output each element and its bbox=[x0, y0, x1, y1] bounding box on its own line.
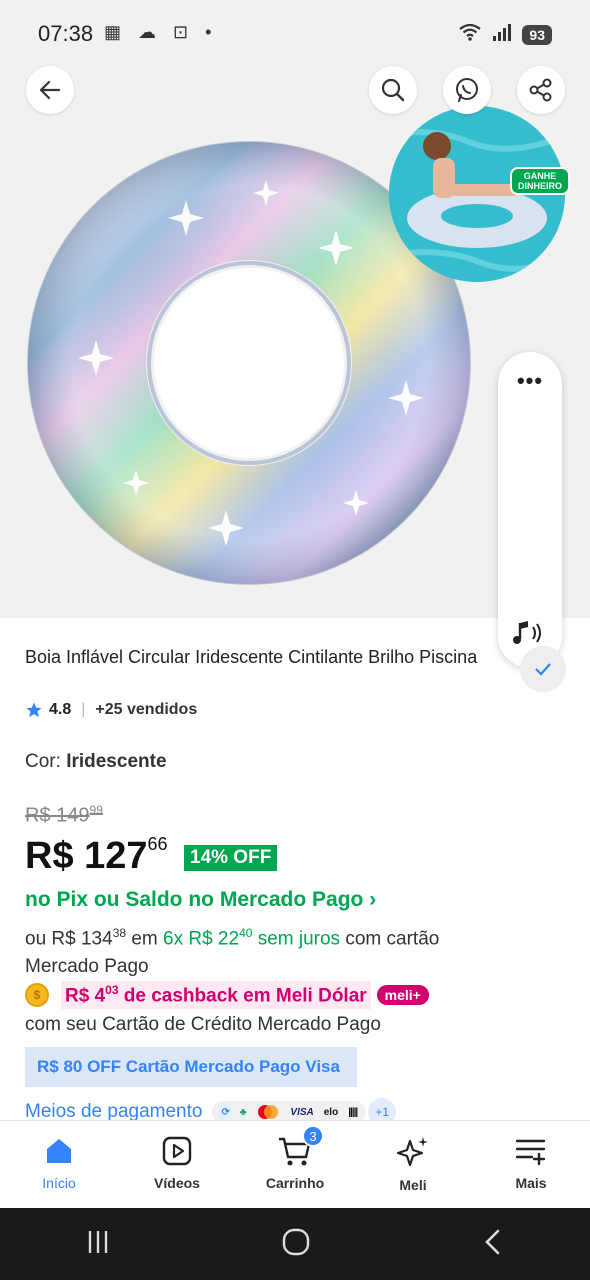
star-icon bbox=[26, 702, 42, 718]
whatsapp-icon bbox=[456, 78, 478, 102]
coin-icon: $ bbox=[25, 983, 49, 1008]
nav-meli[interactable]: Meli bbox=[354, 1121, 472, 1208]
nav-cart[interactable]: 3 Carrinho bbox=[236, 1121, 354, 1208]
whatsapp-share-button[interactable] bbox=[443, 66, 491, 114]
rating-row[interactable]: 4.8 | +25 vendidos bbox=[25, 701, 197, 719]
system-navigation-bar bbox=[0, 1208, 590, 1280]
mastercard-icon bbox=[253, 1103, 283, 1121]
wifi-icon bbox=[458, 22, 482, 47]
arrow-left-icon bbox=[39, 80, 61, 100]
sold-count: +25 vendidos bbox=[95, 701, 198, 718]
rating-divider: | bbox=[81, 701, 86, 718]
floating-video-panel[interactable]: ••• bbox=[498, 352, 562, 668]
cashback-amount: R$ 403 de cashback em Meli Dólar bbox=[61, 981, 371, 1010]
card-promo-banner[interactable]: R$ 80 OFF Cartão Mercado Pago Visa bbox=[25, 1047, 357, 1087]
more-options-icon[interactable]: ••• bbox=[498, 368, 562, 394]
home-icon bbox=[47, 1139, 71, 1163]
color-label: Cor: bbox=[25, 751, 61, 772]
earn-money-badge[interactable]: GANHE DINHEIRO bbox=[510, 167, 570, 195]
color-selector[interactable]: Cor: Iridescente bbox=[25, 751, 167, 773]
sparkle-icon bbox=[396, 1137, 428, 1167]
cart-count-badge: 3 bbox=[302, 1125, 324, 1147]
nav-home[interactable]: Início bbox=[0, 1121, 118, 1208]
check-icon bbox=[520, 646, 566, 692]
nav-more[interactable]: Mais bbox=[472, 1121, 590, 1208]
mercado-pago-icon: ⟳ bbox=[218, 1103, 233, 1121]
color-value: Iridescente bbox=[66, 751, 167, 772]
status-time: 07:38 bbox=[38, 21, 94, 46]
old-price: R$ 14999 bbox=[25, 803, 103, 827]
signal-icon bbox=[492, 23, 512, 46]
status-right: 93 bbox=[458, 22, 552, 47]
battery-indicator: 93 bbox=[522, 24, 552, 45]
home-circle-icon[interactable] bbox=[281, 1227, 311, 1262]
club-icon: ♣ bbox=[239, 1106, 247, 1118]
boleto-icon: ||||| bbox=[348, 1106, 358, 1118]
current-price: R$ 12766 bbox=[25, 834, 168, 877]
meli-plus-badge: meli+ bbox=[376, 985, 429, 1006]
video-play-icon bbox=[162, 1136, 192, 1166]
elo-icon: elo bbox=[323, 1106, 339, 1118]
share-button[interactable] bbox=[517, 66, 565, 114]
pix-payment-link[interactable]: no Pix ou Saldo no Mercado Pago › bbox=[25, 888, 376, 912]
product-title: Boia Inflável Circular Iridescente Cinti… bbox=[25, 647, 478, 667]
back-nav-icon[interactable] bbox=[480, 1228, 506, 1261]
search-button[interactable] bbox=[369, 66, 417, 114]
bottom-navigation: Início Vídeos 3 Carrinho Meli Mais bbox=[0, 1120, 590, 1208]
installments-info: ou R$ 13438 em 6x R$ 2240 sem juros com … bbox=[25, 926, 440, 978]
status-bar: 07:38 ▦ ☁ ⊡ • 93 bbox=[0, 0, 590, 66]
nav-videos[interactable]: Vídeos bbox=[118, 1121, 236, 1208]
search-icon bbox=[381, 78, 405, 102]
recent-apps-icon[interactable] bbox=[84, 1229, 112, 1260]
cashback-row: $ R$ 403 de cashback em Meli Dólar meli+ bbox=[25, 981, 429, 1010]
rating-score: 4.8 bbox=[49, 701, 72, 718]
share-icon bbox=[529, 78, 552, 102]
back-button[interactable] bbox=[26, 66, 74, 114]
status-notification-icons: ▦ ☁ ⊡ • bbox=[104, 22, 218, 42]
credit-card-text: com seu Cartão de Crédito Mercado Pago bbox=[25, 1014, 381, 1035]
visa-icon: VISA bbox=[290, 1106, 314, 1118]
discount-badge: 14% OFF bbox=[184, 845, 278, 871]
menu-plus-icon bbox=[515, 1139, 546, 1166]
